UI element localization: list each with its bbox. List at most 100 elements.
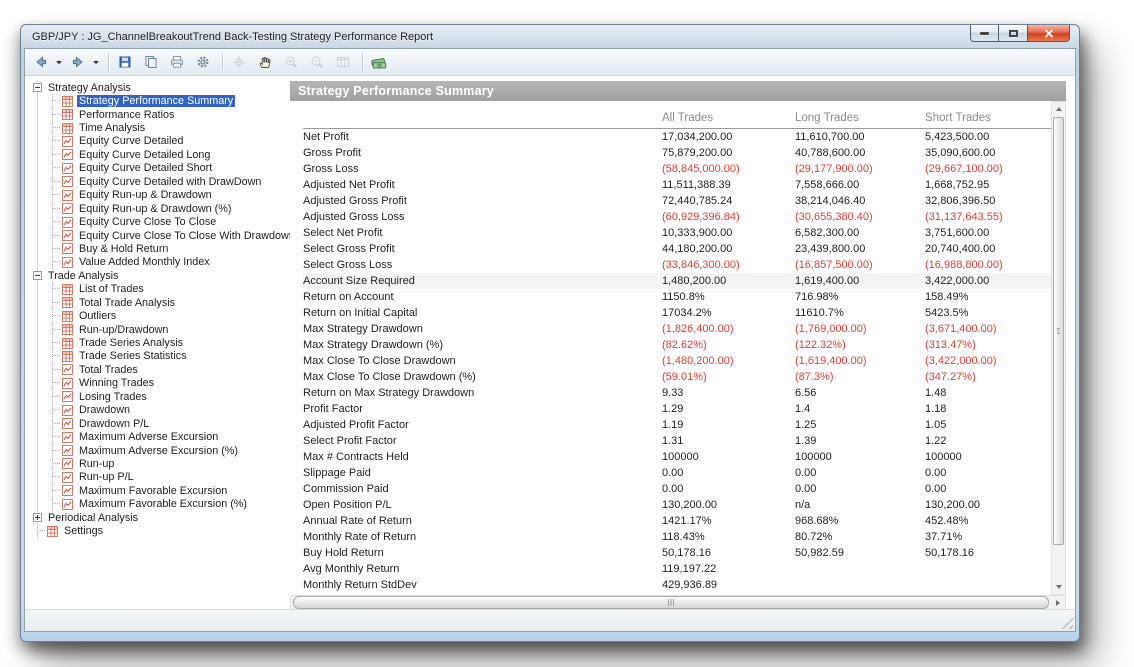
table-row-net-profit[interactable]: Net Profit17,034,200.0011,610,700.005,42… xyxy=(303,129,1051,145)
table-row-gross-profit[interactable]: Gross Profit75,879,200.0040,788,600.0035… xyxy=(303,145,1051,161)
save-button[interactable] xyxy=(114,51,139,73)
tree-item-drawdown-p-l[interactable]: Drawdown P/L xyxy=(53,417,290,430)
forward-button[interactable] xyxy=(67,51,92,73)
scroll-track[interactable] xyxy=(1052,546,1065,580)
tree-item-total-trades[interactable]: Total Trades xyxy=(53,363,290,376)
cell-all-trades: (1,826,400.00) xyxy=(662,321,795,337)
tree-item-trade-series-analysis[interactable]: Trade Series Analysis xyxy=(53,336,290,349)
tree-children: Strategy Performance SummaryPerformance … xyxy=(52,94,290,269)
table-row-profit-factor[interactable]: Profit Factor1.291.41.18 xyxy=(303,401,1051,417)
cell-long-trades: (30,655,380.40) xyxy=(795,209,925,225)
table-row-max-contracts-held[interactable]: Max # Contracts Held100000100000100000 xyxy=(303,449,1051,465)
tree-item-strategy-performance-summary[interactable]: Strategy Performance Summary xyxy=(53,94,290,107)
vertical-scrollbar[interactable] xyxy=(1051,101,1066,595)
table-row-adjusted-net-profit[interactable]: Adjusted Net Profit11,511,388.397,558,66… xyxy=(303,177,1051,193)
table-row-account-size-required[interactable]: Account Size Required1,480,200.001,619,4… xyxy=(303,273,1051,289)
table-row-adjusted-profit-factor[interactable]: Adjusted Profit Factor1.191.251.05 xyxy=(303,417,1051,433)
tree-item-equity-run-up-drawdown[interactable]: Equity Run-up & Drawdown (%) xyxy=(53,202,290,215)
table-row-select-net-profit[interactable]: Select Net Profit10,333,900.006,582,300.… xyxy=(303,225,1051,241)
resize-grip[interactable] xyxy=(1060,616,1073,629)
tree-item-run-up-p-l[interactable]: Run-up P/L xyxy=(53,471,290,484)
tree-item-list-of-trades[interactable]: List of Trades xyxy=(53,283,290,296)
tree-label: Equity Curve Detailed with DrawDown xyxy=(77,176,263,188)
tree-item-drawdown[interactable]: Drawdown xyxy=(53,404,290,417)
tree-item-total-trade-analysis[interactable]: Total Trade Analysis xyxy=(53,296,290,309)
tree-item-maximum-adverse-excursion[interactable]: Maximum Adverse Excursion xyxy=(53,430,290,443)
table-row-max-close-to-close-drawdown[interactable]: Max Close To Close Drawdown (%)(59.01%)(… xyxy=(303,369,1051,385)
tree-item-maximum-favorable-excursion[interactable]: Maximum Favorable Excursion xyxy=(53,484,290,497)
row-label: Select Gross Profit xyxy=(303,241,662,257)
table-row-adjusted-gross-profit[interactable]: Adjusted Gross Profit72,440,785.2438,214… xyxy=(303,193,1051,209)
maximize-button[interactable] xyxy=(999,25,1028,42)
horizontal-scrollbar[interactable] xyxy=(290,595,1066,610)
scroll-up-button[interactable] xyxy=(1052,102,1065,116)
tree-item-winning-trades[interactable]: Winning Trades xyxy=(53,377,290,390)
table-row-commission-paid[interactable]: Commission Paid0.000.000.00 xyxy=(303,481,1051,497)
table-row-return-on-initial-capital[interactable]: Return on Initial Capital17034.2%11610.7… xyxy=(303,305,1051,321)
table-row-select-profit-factor[interactable]: Select Profit Factor1.311.391.22 xyxy=(303,433,1051,449)
table-row-monthly-return-stddev[interactable]: Monthly Return StdDev429,936.89 xyxy=(303,577,1051,593)
collapse-icon[interactable] xyxy=(33,271,42,280)
settings-button[interactable] xyxy=(192,51,217,73)
pan-tool-button[interactable] xyxy=(254,51,279,73)
zoom-in-button xyxy=(280,51,305,73)
table-row-gross-loss[interactable]: Gross Loss(58,845,000.00)(29,177,900.00)… xyxy=(303,161,1051,177)
tree-item-performance-ratios[interactable]: Performance Ratios xyxy=(53,108,290,121)
tree-node-strategy-analysis[interactable]: Strategy Analysis xyxy=(33,81,290,94)
expand-icon[interactable] xyxy=(33,513,42,522)
table-row-monthly-rate-of-return[interactable]: Monthly Rate of Return118.43%80.72%37.71… xyxy=(303,529,1051,545)
tree-node-settings[interactable]: Settings xyxy=(38,524,290,537)
minimize-button[interactable] xyxy=(970,25,999,42)
table-row-max-strategy-drawdown[interactable]: Max Strategy Drawdown (%)(82.62%)(122.32… xyxy=(303,337,1051,353)
tree-item-run-up[interactable]: Run-up xyxy=(53,457,290,470)
table-row-return-on-account[interactable]: Return on Account1150.8%716.98%158.49% xyxy=(303,289,1051,305)
scroll-down-button[interactable] xyxy=(1052,580,1065,594)
tree-node-trade-analysis[interactable]: Trade Analysis xyxy=(33,269,290,282)
horizontal-scrollbar-thumb[interactable] xyxy=(293,596,1049,609)
table-row-annual-rate-of-return[interactable]: Annual Rate of Return1421.17%968.68%452.… xyxy=(303,513,1051,529)
close-button[interactable] xyxy=(1028,25,1070,42)
table-row-select-gross-loss[interactable]: Select Gross Loss(33,846,300.00)(16,857,… xyxy=(303,257,1051,273)
copy-button[interactable] xyxy=(140,51,165,73)
tree-item-equity-curve-detailed[interactable]: Equity Curve Detailed xyxy=(53,135,290,148)
titlebar[interactable]: GBP/JPY : JG_ChannelBreakoutTrend Back-T… xyxy=(21,25,1079,48)
tree-item-equity-curve-detailed-long[interactable]: Equity Curve Detailed Long xyxy=(53,148,290,161)
scroll-right-button[interactable] xyxy=(1051,600,1065,606)
tree-item-equity-curve-detailed-with-drawdown[interactable]: Equity Curve Detailed with DrawDown xyxy=(53,175,290,188)
cell-long-trades: 6,582,300.00 xyxy=(795,225,925,241)
tree-item-buy-hold-return[interactable]: Buy & Hold Return xyxy=(53,242,290,255)
tree-connector xyxy=(53,503,60,505)
table-row-buy-hold-return[interactable]: Buy Hold Return50,178.1650,982.5950,178.… xyxy=(303,545,1051,561)
cell-long-trades xyxy=(795,577,925,593)
table-row-avg-monthly-return[interactable]: Avg Monthly Return119,197.22 xyxy=(303,561,1051,577)
back-button[interactable] xyxy=(30,51,55,73)
tree-item-equity-curve-detailed-short[interactable]: Equity Curve Detailed Short xyxy=(53,162,290,175)
print-button[interactable] xyxy=(166,51,191,73)
back-history-dropdown[interactable] xyxy=(56,51,66,73)
table-row-adjusted-gross-loss[interactable]: Adjusted Gross Loss(60,929,396.84)(30,65… xyxy=(303,209,1051,225)
tree-item-losing-trades[interactable]: Losing Trades xyxy=(53,390,290,403)
tree-node-periodical-analysis[interactable]: Periodical Analysis xyxy=(33,511,290,524)
tree-item-equity-curve-close-to-close[interactable]: Equity Curve Close To Close xyxy=(53,215,290,228)
table-row-return-on-max-strategy-drawdown[interactable]: Return on Max Strategy Drawdown9.336.561… xyxy=(303,385,1051,401)
tree-item-equity-run-up-drawdown[interactable]: Equity Run-up & Drawdown xyxy=(53,189,290,202)
tree-item-time-analysis[interactable]: Time Analysis xyxy=(53,121,290,134)
tree-item-run-up-drawdown[interactable]: Run-up/Drawdown xyxy=(53,323,290,336)
tree-item-maximum-adverse-excursion[interactable]: Maximum Adverse Excursion (%) xyxy=(53,444,290,457)
tree-item-outliers[interactable]: Outliers xyxy=(53,309,290,322)
tree-item-maximum-favorable-excursion[interactable]: Maximum Favorable Excursion (%) xyxy=(53,498,290,511)
table-row-max-strategy-drawdown[interactable]: Max Strategy Drawdown(1,826,400.00)(1,76… xyxy=(303,321,1051,337)
currency-button[interactable] xyxy=(368,51,393,73)
collapse-icon[interactable] xyxy=(33,83,42,92)
tree-item-value-added-monthly-index[interactable]: Value Added Monthly Index xyxy=(53,256,290,269)
table-row-max-close-to-close-drawdown[interactable]: Max Close To Close Drawdown(1,480,200.00… xyxy=(303,353,1051,369)
table-row-open-position-p-l[interactable]: Open Position P/L130,200.00n/a130,200.00 xyxy=(303,497,1051,513)
tree-item-trade-series-statistics[interactable]: Trade Series Statistics xyxy=(53,350,290,363)
tree-item-equity-curve-close-to-close-with-drawdown[interactable]: Equity Curve Close To Close With Drawdow… xyxy=(53,229,290,242)
table-row-select-gross-profit[interactable]: Select Gross Profit44,180,200.0023,439,8… xyxy=(303,241,1051,257)
tree-label: Periodical Analysis xyxy=(46,512,140,524)
forward-history-dropdown[interactable] xyxy=(93,51,103,73)
vertical-scrollbar-thumb[interactable] xyxy=(1053,117,1064,545)
row-label: Gross Loss xyxy=(303,161,662,177)
table-row-slippage-paid[interactable]: Slippage Paid0.000.000.00 xyxy=(303,465,1051,481)
